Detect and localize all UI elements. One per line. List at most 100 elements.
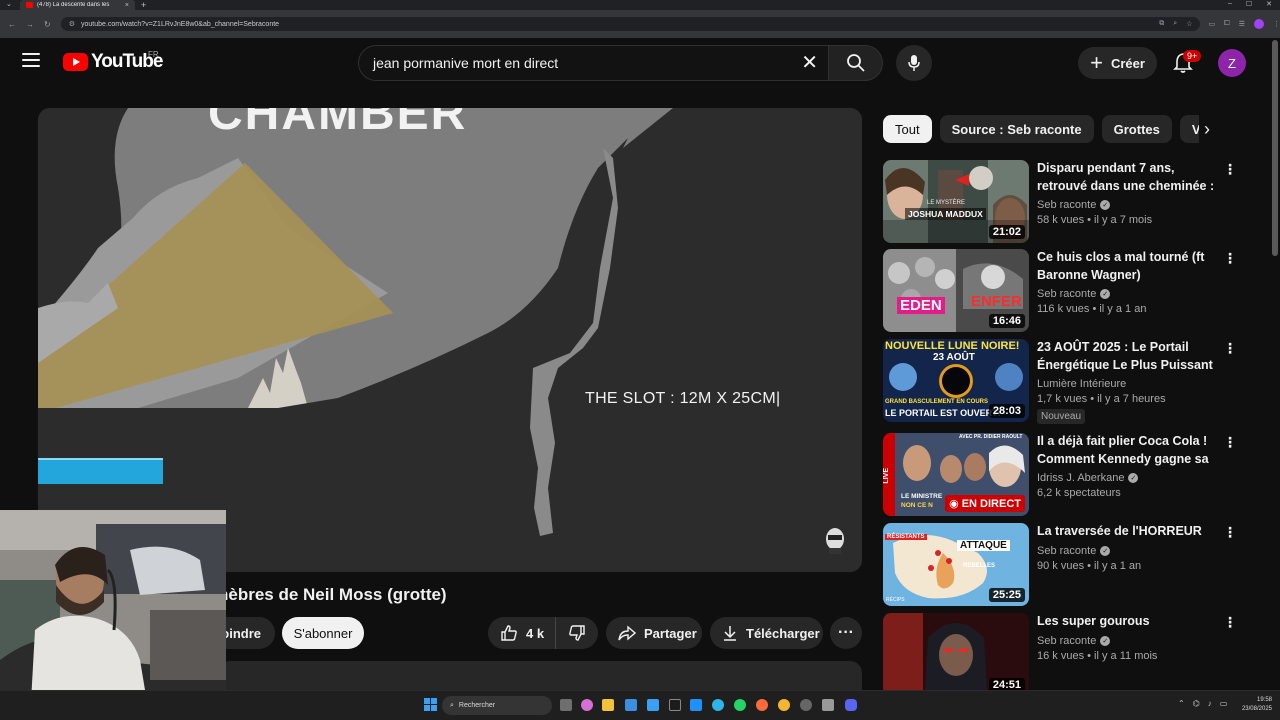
minimize-icon[interactable]: – — [1228, 0, 1232, 8]
notepad-icon[interactable] — [822, 699, 834, 711]
store-icon[interactable] — [647, 699, 659, 711]
channel-name-text: Seb raconte — [1037, 288, 1097, 300]
voice-search-button[interactable] — [896, 45, 932, 81]
network-icon[interactable]: ⌬ — [1193, 699, 1200, 708]
volume-icon[interactable]: ♪ — [1208, 699, 1212, 708]
video-title-link[interactable]: La traversée de l'HORREUR — [1037, 523, 1217, 541]
like-button[interactable]: 4 k — [488, 617, 556, 649]
tray-chevron-icon[interactable]: ⌃ — [1178, 699, 1185, 708]
video-thumbnail[interactable]: EDEN ENFER 16:46 — [883, 249, 1029, 332]
chip-videos[interactable]: Vidéo — [1179, 115, 1199, 143]
account-avatar[interactable]: Z — [1218, 49, 1246, 77]
battery-icon[interactable]: ▭ — [1220, 699, 1228, 708]
windows-start-icon[interactable] — [424, 698, 437, 711]
browser-menu-icon[interactable]: ⋮ — [1273, 20, 1280, 28]
video-title-link[interactable]: 23 AOÛT 2025 : Le Portail Énergétique Le… — [1037, 339, 1217, 374]
cast-icon[interactable]: ▭ — [1208, 20, 1215, 28]
channel-name[interactable]: Seb raconte ✓ — [1037, 545, 1217, 557]
channel-name[interactable]: Idriss J. Aberkane ✓ — [1037, 472, 1217, 484]
video-title-link[interactable]: Il a déjà fait plier Coca Cola ! Comment… — [1037, 433, 1217, 468]
chip-source[interactable]: Source : Seb raconte — [939, 115, 1094, 143]
channel-name[interactable]: Seb raconte ✓ — [1037, 199, 1217, 211]
site-info-icon[interactable]: ⚙ — [69, 20, 75, 28]
channel-name[interactable]: Seb raconte ✓ — [1037, 288, 1217, 300]
more-vertical-icon[interactable]: ⋮ — [1223, 341, 1237, 355]
mail-icon[interactable] — [625, 699, 637, 711]
install-icon[interactable]: ⧉ — [1159, 20, 1164, 28]
video-thumbnail[interactable]: LE MYSTÈRE JOSHUA MADDUX 21:02 — [883, 160, 1029, 243]
dislike-button[interactable] — [556, 624, 598, 642]
zoom-icon[interactable]: ⌕ — [1173, 20, 1177, 28]
tab-search-icon[interactable]: ⌄ — [6, 0, 12, 8]
download-button[interactable]: Télécharger — [710, 617, 823, 649]
tab-groups-icon[interactable]: ☰ — [1239, 20, 1245, 28]
share-button[interactable]: Partager — [606, 617, 702, 649]
video-player[interactable]: CHAMBER THE SLOT : 12M X 25CM| — [38, 108, 862, 572]
channel-name[interactable]: Seb raconte ✓ — [1037, 635, 1217, 647]
list-item[interactable]: LE MYSTÈRE JOSHUA MADDUX 21:02 Disparu p… — [883, 160, 1243, 244]
whatsapp-icon[interactable] — [734, 699, 746, 711]
more-vertical-icon[interactable]: ⋮ — [1223, 251, 1237, 265]
photos-icon[interactable] — [690, 699, 702, 711]
discord-icon[interactable] — [845, 699, 857, 711]
menu-icon[interactable] — [22, 53, 40, 67]
extensions-area: ▭ ⧠ ☰ ⋮ — [1208, 19, 1280, 29]
list-item[interactable]: 24:51 Les super gourous Seb raconte ✓ 16 … — [883, 613, 1243, 697]
list-item[interactable]: NOUVELLE LUNE NOIRE! 23 AOÛT GRAND BASCU… — [883, 339, 1243, 424]
list-item[interactable]: RÉSISTANTS ATTAQUE REBELLES RÉCIPS 25:25… — [883, 523, 1243, 607]
close-window-icon[interactable]: ✕ — [1266, 0, 1272, 8]
list-item[interactable]: AVEC PR. DIDIER RAOULT LIVE LE MINISTRE … — [883, 433, 1243, 517]
list-item[interactable]: EDEN ENFER 16:46 Ce huis clos a mal tour… — [883, 249, 1243, 333]
video-thumbnail[interactable]: AVEC PR. DIDIER RAOULT LIVE LE MINISTRE … — [883, 433, 1029, 516]
video-thumbnail[interactable]: RÉSISTANTS ATTAQUE REBELLES RÉCIPS 25:25 — [883, 523, 1029, 606]
more-vertical-icon[interactable]: ⋮ — [1223, 162, 1237, 176]
thumbnail-caption: LE PORTAIL EST OUVERT! — [885, 408, 1001, 418]
copilot-icon[interactable] — [581, 699, 593, 711]
verified-icon: ✓ — [1100, 635, 1111, 646]
firefox-icon[interactable] — [756, 699, 768, 711]
search-input[interactable]: jean pormanive mort en direct ✕ — [358, 45, 828, 81]
maximize-icon[interactable]: ☐ — [1246, 0, 1252, 8]
browser-tab[interactable]: (478) La descente dans les × — [20, 0, 135, 10]
extensions-icon[interactable]: ⧠ — [1224, 20, 1230, 28]
channel-watermark-icon[interactable] — [822, 526, 848, 556]
video-title-link[interactable]: Les super gourous — [1037, 613, 1217, 631]
search-button[interactable] — [828, 45, 883, 81]
forward-icon[interactable]: → — [26, 20, 34, 29]
terminal-icon[interactable] — [669, 699, 681, 711]
channel-name[interactable]: Lumière Intérieure — [1037, 378, 1217, 390]
video-title-link[interactable]: Disparu pendant 7 ans, retrouvé dans une… — [1037, 160, 1217, 195]
video-thumbnail[interactable]: 24:51 — [883, 613, 1029, 696]
video-thumbnail[interactable]: NOUVELLE LUNE NOIRE! 23 AOÛT GRAND BASCU… — [883, 339, 1029, 422]
chip-caves[interactable]: Grottes — [1101, 115, 1172, 143]
browser-profile-icon[interactable] — [1254, 19, 1264, 29]
window-controls: – ☐ ✕ — [1228, 0, 1272, 8]
task-view-icon[interactable] — [560, 699, 572, 711]
page-scrollbar[interactable] — [1272, 40, 1278, 256]
more-actions-button[interactable]: ··· — [830, 617, 862, 649]
video-title-link[interactable]: Ce huis clos a mal tourné (ft Baronne Wa… — [1037, 249, 1217, 284]
file-explorer-icon[interactable] — [602, 699, 614, 711]
reload-icon[interactable]: ↻ — [44, 20, 51, 29]
video-meta: 1,7 k vues • il y a 7 heures — [1037, 393, 1166, 405]
new-tab-icon[interactable]: + — [141, 0, 146, 10]
clear-search-icon[interactable]: ✕ — [801, 53, 818, 73]
chip-all[interactable]: Tout — [883, 115, 932, 143]
bookmark-star-icon[interactable]: ☆ — [1186, 20, 1192, 28]
taskbar-clock[interactable]: 19:58 23/08/2025 — [1238, 696, 1272, 714]
more-vertical-icon[interactable]: ⋮ — [1223, 435, 1237, 449]
more-vertical-icon[interactable]: ⋮ — [1223, 615, 1237, 629]
thumbnail-caption: EDEN — [897, 297, 945, 314]
edge-icon[interactable] — [712, 699, 724, 711]
chrome-icon[interactable] — [778, 699, 790, 711]
obs-icon[interactable] — [800, 699, 812, 711]
taskbar-search[interactable]: ⌕ Rechercher — [442, 696, 552, 715]
address-bar[interactable]: ⚙ youtube.com/watch?v=Z1LRvJnE8w0&ab_cha… — [60, 17, 1201, 31]
live-side-label: LIVE — [883, 468, 890, 484]
more-vertical-icon[interactable]: ⋮ — [1223, 525, 1237, 539]
tab-close-icon[interactable]: × — [125, 2, 129, 9]
back-icon[interactable]: ← — [8, 20, 16, 29]
create-button[interactable]: + Créer — [1078, 47, 1157, 79]
subscribe-button[interactable]: S'abonner — [282, 617, 364, 649]
chevron-right-icon[interactable]: › — [1204, 119, 1210, 140]
